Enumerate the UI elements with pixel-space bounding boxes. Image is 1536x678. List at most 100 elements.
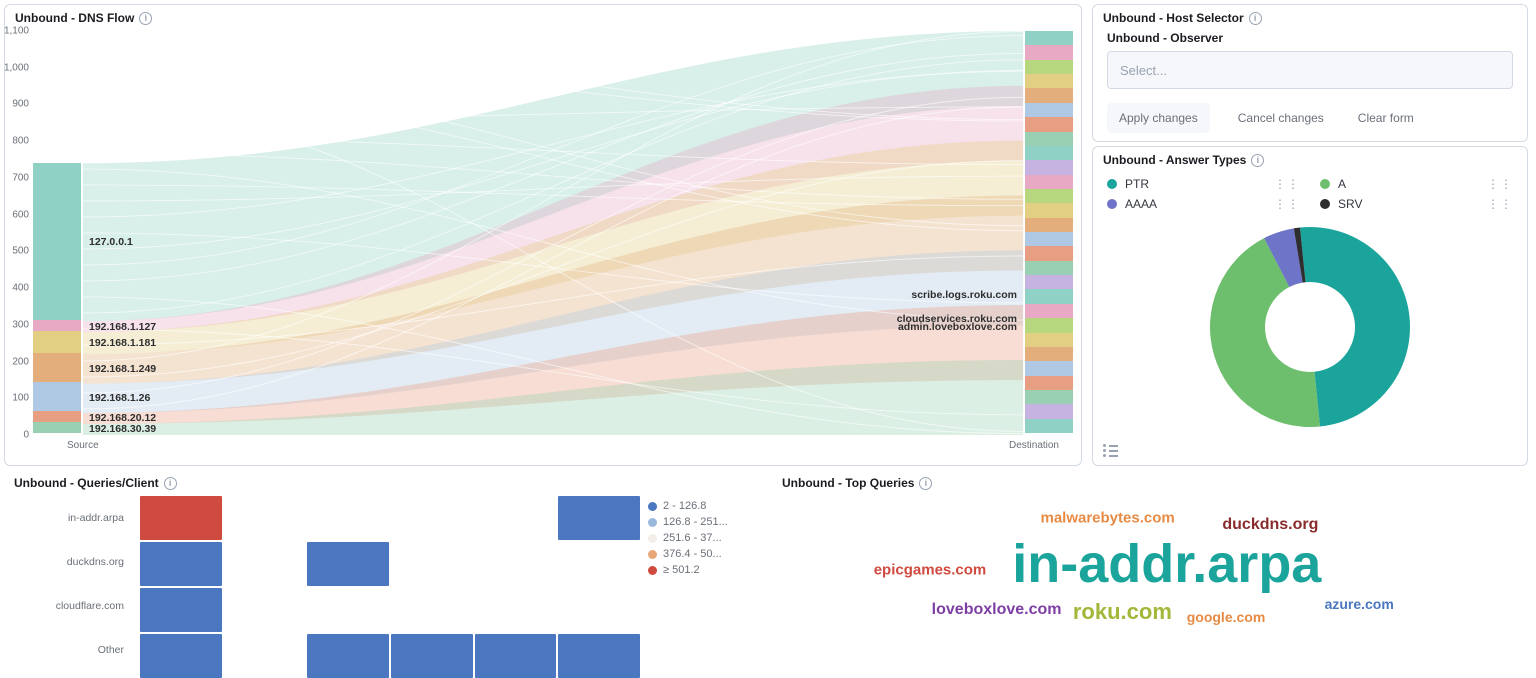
wordcloud-term[interactable]: loveboxlove.com: [932, 601, 1062, 619]
panel-top-queries: Unbound - Top Queries i in-addr.arparoku…: [772, 470, 1532, 636]
sankey-dest-node[interactable]: [1025, 347, 1073, 361]
qpc-legend-item[interactable]: ≥ 501.2: [648, 564, 758, 576]
sankey-dest-node[interactable]: [1025, 404, 1073, 418]
legend-item[interactable]: AAAA⋮⋮: [1107, 197, 1300, 211]
info-icon[interactable]: i: [1249, 12, 1262, 25]
sankey-dest-node[interactable]: [1025, 261, 1073, 275]
heatmap-cell[interactable]: [475, 496, 557, 540]
sankey-dest-node[interactable]: [1025, 376, 1073, 390]
sankey-dest-node[interactable]: [1025, 103, 1073, 117]
heatmap-cell[interactable]: [307, 496, 389, 540]
heatmap-cell[interactable]: [391, 542, 473, 586]
qpc-legend-item[interactable]: 376.4 - 50...: [648, 548, 758, 560]
heatmap-cell[interactable]: [391, 496, 473, 540]
heatmap-cell[interactable]: [307, 588, 389, 632]
legend-item[interactable]: A⋮⋮: [1320, 177, 1513, 191]
sankey-dest-node[interactable]: [1025, 189, 1073, 203]
sankey-dest-node[interactable]: [1025, 390, 1073, 404]
heatmap-cell[interactable]: [224, 634, 306, 678]
legend-item[interactable]: SRV⋮⋮: [1320, 197, 1513, 211]
cancel-changes-button[interactable]: Cancel changes: [1232, 110, 1330, 126]
info-icon[interactable]: i: [164, 477, 177, 490]
heatmap-cell[interactable]: [307, 634, 389, 678]
panel-title-answers: Unbound - Answer Types i: [1093, 147, 1527, 169]
observer-label: Unbound - Observer: [1107, 31, 1513, 45]
sankey-dest-node[interactable]: [1025, 160, 1073, 174]
heatmap-cell[interactable]: [391, 588, 473, 632]
wordcloud-term[interactable]: epicgames.com: [874, 562, 987, 579]
sankey-dest-node[interactable]: [1025, 218, 1073, 232]
sankey-source-node[interactable]: [33, 411, 81, 422]
heatmap-cell[interactable]: [140, 588, 222, 632]
sankey-dest-node[interactable]: [1025, 60, 1073, 74]
heatmap-cell[interactable]: [224, 542, 306, 586]
legend-item[interactable]: PTR⋮⋮: [1107, 177, 1300, 191]
sankey-dest-node[interactable]: [1025, 361, 1073, 375]
heatmap-cell[interactable]: [558, 542, 640, 586]
drag-handle-icon[interactable]: ⋮⋮: [1487, 177, 1513, 191]
qpc-legend-item[interactable]: 251.6 - 37...: [648, 532, 758, 544]
qpc-legend-item[interactable]: 126.8 - 251...: [648, 516, 758, 528]
sankey-dest-node[interactable]: [1025, 318, 1073, 332]
sankey-dest-node[interactable]: [1025, 31, 1073, 45]
heatmap-cell[interactable]: [140, 496, 222, 540]
info-icon[interactable]: i: [139, 12, 152, 25]
sankey-source-node[interactable]: [33, 382, 81, 411]
wordcloud-term[interactable]: azure.com: [1325, 596, 1394, 612]
sankey-source-node[interactable]: [33, 353, 81, 382]
heatmap-cell[interactable]: [558, 496, 640, 540]
drag-handle-icon[interactable]: ⋮⋮: [1274, 197, 1300, 211]
sankey-dest-node[interactable]: [1025, 132, 1073, 146]
sankey-dest-node[interactable]: [1025, 289, 1073, 303]
heatmap-cell[interactable]: [307, 542, 389, 586]
sankey-source-node[interactable]: [33, 331, 81, 353]
sankey-source-label: 192.168.1.249: [89, 363, 156, 375]
top-queries-wordcloud[interactable]: in-addr.arpa roku.com loveboxlove.com duckd…: [782, 492, 1522, 622]
sankey-dest-node[interactable]: [1025, 45, 1073, 59]
sankey-dest-node[interactable]: [1025, 88, 1073, 102]
heatmap-cell[interactable]: [475, 588, 557, 632]
answer-types-donut[interactable]: [1200, 217, 1420, 437]
heatmap-cell[interactable]: [140, 542, 222, 586]
wordcloud-term[interactable]: duckdns.org: [1222, 516, 1318, 534]
sankey-dest-node[interactable]: [1025, 246, 1073, 260]
sankey-dest-node[interactable]: [1025, 232, 1073, 246]
sankey-source-node[interactable]: [33, 163, 81, 320]
heatmap-cell[interactable]: [475, 634, 557, 678]
apply-changes-button[interactable]: Apply changes: [1107, 103, 1210, 133]
heatmap-cell[interactable]: [140, 634, 222, 678]
sankey-source-node[interactable]: [33, 320, 81, 331]
qpc-heatmap[interactable]: [140, 496, 640, 678]
sankey-dest-node[interactable]: [1025, 203, 1073, 217]
legend-dot-icon: [1320, 179, 1330, 189]
heatmap-cell[interactable]: [558, 588, 640, 632]
heatmap-cell[interactable]: [391, 634, 473, 678]
observer-select[interactable]: Select...: [1107, 51, 1513, 89]
heatmap-cell[interactable]: [558, 634, 640, 678]
heatmap-cell[interactable]: [224, 496, 306, 540]
info-icon[interactable]: i: [919, 477, 932, 490]
wordcloud-term[interactable]: in-addr.arpa: [1012, 533, 1321, 595]
sankey-dest-node[interactable]: [1025, 146, 1073, 160]
sankey-dest-node[interactable]: [1025, 175, 1073, 189]
wordcloud-term[interactable]: google.com: [1187, 609, 1266, 625]
info-icon[interactable]: i: [1251, 154, 1264, 167]
sankey-dest-node[interactable]: [1025, 419, 1073, 433]
drag-handle-icon[interactable]: ⋮⋮: [1487, 197, 1513, 211]
heatmap-cell[interactable]: [224, 588, 306, 632]
list-toggle-icon[interactable]: [1103, 444, 1118, 457]
sankey-dest-node[interactable]: [1025, 304, 1073, 318]
wordcloud-term[interactable]: malwarebytes.com: [1040, 510, 1174, 527]
sankey-dest-node[interactable]: [1025, 275, 1073, 289]
sankey-dest-node[interactable]: [1025, 74, 1073, 88]
sankey-chart[interactable]: 01002003004005006007008009001,0001,100 1…: [33, 31, 1073, 449]
y-tick: 1,100: [4, 26, 29, 37]
qpc-legend-item[interactable]: 2 - 126.8: [648, 500, 758, 512]
sankey-dest-node[interactable]: [1025, 333, 1073, 347]
clear-form-button[interactable]: Clear form: [1352, 110, 1420, 126]
heatmap-cell[interactable]: [475, 542, 557, 586]
drag-handle-icon[interactable]: ⋮⋮: [1274, 177, 1300, 191]
sankey-source-node[interactable]: [33, 422, 81, 433]
wordcloud-term[interactable]: roku.com: [1073, 599, 1172, 625]
sankey-dest-node[interactable]: [1025, 117, 1073, 131]
